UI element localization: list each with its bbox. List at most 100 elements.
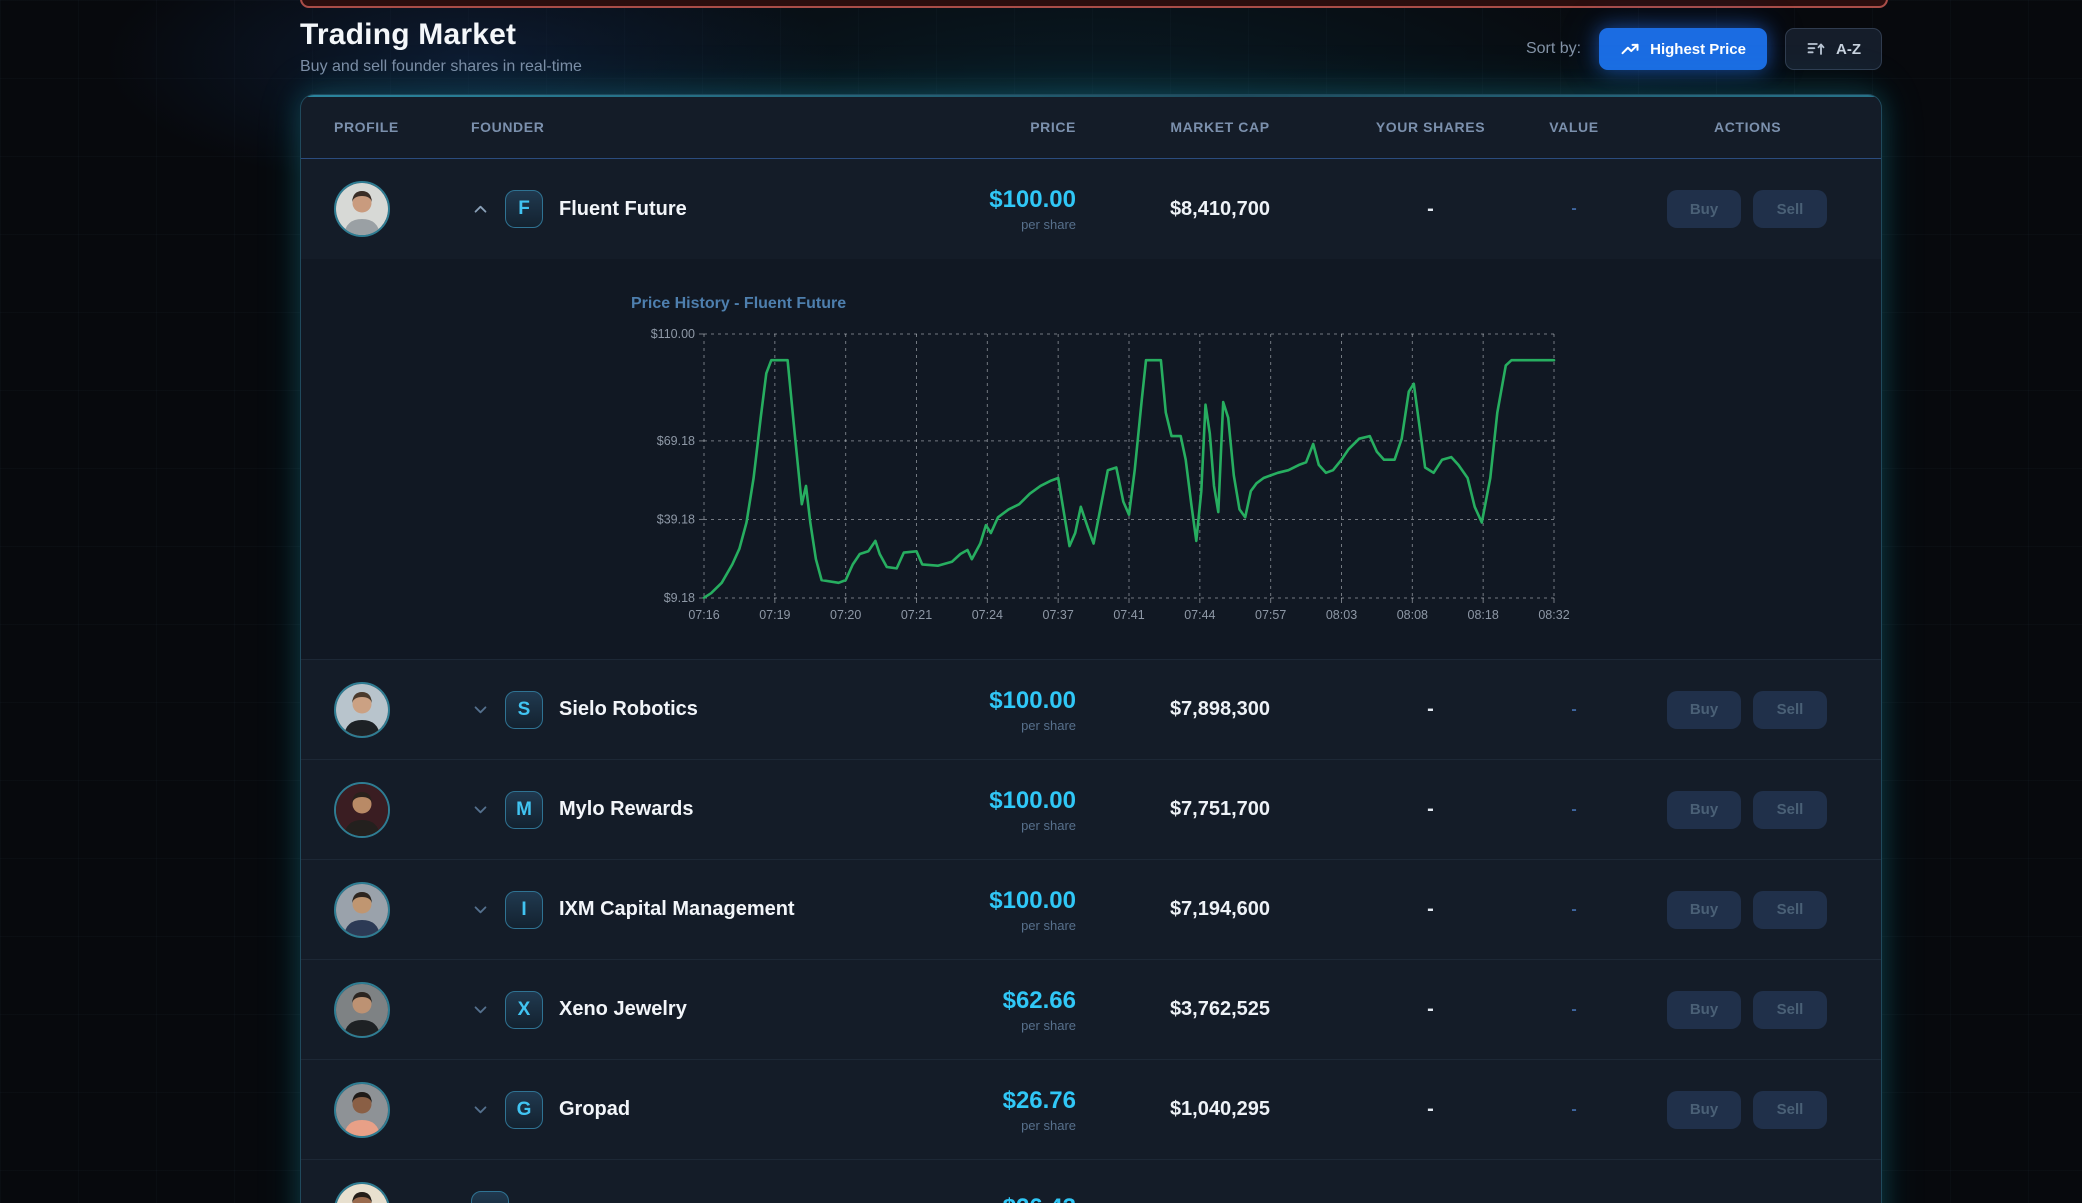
chevron-down-icon[interactable]	[471, 1001, 489, 1019]
buy-button[interactable]: Buy	[1667, 1091, 1741, 1129]
svg-text:$110.00: $110.00	[651, 327, 695, 341]
sell-button[interactable]: Sell	[1753, 190, 1827, 228]
chevron-down-icon[interactable]	[471, 801, 489, 819]
svg-text:07:19: 07:19	[759, 608, 790, 622]
founder-name: Xeno Jewelry	[559, 998, 687, 1021]
per-share-label: per share	[904, 217, 1076, 232]
alert-banner	[300, 0, 1888, 8]
shares-value: -	[1509, 1001, 1639, 1019]
sell-button[interactable]: Sell	[1753, 1091, 1827, 1129]
share-price: $100.00	[904, 186, 1076, 214]
chart-title: Price History - Fluent Future	[631, 295, 846, 313]
founder-avatar	[334, 982, 390, 1038]
svg-text:08:08: 08:08	[1397, 608, 1428, 622]
share-price: $100.00	[904, 787, 1076, 815]
founder-avatar	[334, 1082, 390, 1138]
chevron-down-icon[interactable]	[471, 701, 489, 719]
trending-up-icon	[1620, 39, 1640, 59]
per-share-label: per share	[904, 918, 1076, 933]
shares-value: -	[1509, 1101, 1639, 1119]
sort-controls: Sort by: Highest Price A-Z	[1526, 27, 1882, 71]
market-cap: $7,194,600	[1076, 898, 1344, 921]
column-header-market-cap: MARKET CAP	[1076, 119, 1344, 135]
column-header-profile: PROFILE	[334, 119, 471, 135]
svg-text:$9.18: $9.18	[664, 591, 695, 605]
svg-text:$69.18: $69.18	[657, 434, 695, 448]
table-row[interactable]: M Mylo Rewards $100.00 per share $7,751,…	[301, 759, 1881, 859]
chevron-up-icon[interactable]	[471, 200, 489, 218]
table-header: PROFILE FOUNDER PRICE MARKET CAP YOUR SH…	[301, 95, 1881, 159]
price-history-chart: 07:1607:1907:2007:2107:2407:3707:4107:44…	[611, 315, 1581, 645]
shares-value: -	[1509, 701, 1639, 719]
svg-text:07:21: 07:21	[901, 608, 932, 622]
svg-text:08:32: 08:32	[1538, 608, 1569, 622]
sell-button[interactable]: Sell	[1753, 691, 1827, 729]
svg-text:07:24: 07:24	[972, 608, 1003, 622]
founder-name: Mylo Rewards	[559, 798, 693, 821]
column-header-value: VALUE	[1509, 119, 1639, 135]
shares-value: -	[1509, 801, 1639, 819]
buy-button[interactable]: Buy	[1667, 691, 1741, 729]
sort-ascending-icon	[1806, 39, 1826, 59]
share-price: $62.66	[904, 987, 1076, 1015]
buy-button[interactable]: Buy	[1667, 891, 1741, 929]
your-shares: -	[1344, 198, 1509, 221]
founder-avatar	[334, 782, 390, 838]
per-share-label: per share	[904, 718, 1076, 733]
buy-button[interactable]: Buy	[1667, 190, 1741, 228]
table-row[interactable]: S Sielo Robotics $100.00 per share $7,89…	[301, 659, 1881, 759]
column-header-price: PRICE	[904, 119, 1076, 135]
founder-badge	[471, 1191, 509, 1203]
table-row[interactable]: X Xeno Jewelry $62.66 per share $3,762,5…	[301, 959, 1881, 1059]
svg-text:07:20: 07:20	[830, 608, 861, 622]
your-shares: -	[1344, 1098, 1509, 1121]
chevron-down-icon[interactable]	[471, 901, 489, 919]
founder-avatar	[334, 181, 390, 237]
page-subtitle: Buy and sell founder shares in real-time	[300, 58, 582, 76]
svg-text:07:37: 07:37	[1043, 608, 1074, 622]
founder-name: Gropad	[559, 1098, 630, 1121]
buy-button[interactable]: Buy	[1667, 791, 1741, 829]
share-price: $100.00	[904, 687, 1076, 715]
per-share-label: per share	[904, 1018, 1076, 1033]
founder-name: Fluent Future	[559, 198, 687, 221]
sell-button[interactable]: Sell	[1753, 891, 1827, 929]
table-row[interactable]: G Gropad $26.76 per share $1,040,295 - -…	[301, 1059, 1881, 1159]
column-header-founder: FOUNDER	[471, 119, 904, 135]
share-price: $26.76	[904, 1087, 1076, 1115]
founder-badge: G	[505, 1091, 543, 1129]
buy-button[interactable]: Buy	[1667, 991, 1741, 1029]
founder-badge: I	[505, 891, 543, 929]
table-row[interactable]: $26.43	[301, 1159, 1881, 1203]
founder-badge: F	[505, 190, 543, 228]
chevron-down-icon[interactable]	[471, 1101, 489, 1119]
svg-text:07:57: 07:57	[1255, 608, 1286, 622]
column-header-actions: ACTIONS	[1639, 119, 1881, 135]
founder-avatar	[334, 1182, 390, 1203]
shares-value: -	[1509, 200, 1639, 218]
svg-text:08:03: 08:03	[1326, 608, 1357, 622]
table-row[interactable]: I IXM Capital Management $100.00 per sha…	[301, 859, 1881, 959]
svg-text:08:18: 08:18	[1468, 608, 1499, 622]
share-price: $100.00	[904, 887, 1076, 915]
table-row[interactable]: F Fluent Future $100.00 per share $8,410…	[301, 159, 1881, 259]
shares-value: -	[1509, 901, 1639, 919]
market-cap: $8,410,700	[1076, 198, 1344, 221]
sort-highest-price-button[interactable]: Highest Price	[1599, 28, 1767, 70]
share-price: $26.43	[904, 1194, 1076, 1203]
sort-by-label: Sort by:	[1526, 40, 1581, 58]
sell-button[interactable]: Sell	[1753, 791, 1827, 829]
trading-table: PROFILE FOUNDER PRICE MARKET CAP YOUR SH…	[300, 94, 1882, 1203]
sort-highest-price-label: Highest Price	[1650, 41, 1746, 58]
svg-text:07:16: 07:16	[688, 608, 719, 622]
founder-badge: M	[505, 791, 543, 829]
your-shares: -	[1344, 898, 1509, 921]
sell-button[interactable]: Sell	[1753, 991, 1827, 1029]
svg-text:07:44: 07:44	[1184, 608, 1215, 622]
founder-avatar	[334, 882, 390, 938]
table-body: F Fluent Future $100.00 per share $8,410…	[301, 159, 1881, 1203]
founder-avatar	[334, 682, 390, 738]
sort-az-button[interactable]: A-Z	[1785, 28, 1882, 70]
your-shares: -	[1344, 698, 1509, 721]
founder-badge: S	[505, 691, 543, 729]
